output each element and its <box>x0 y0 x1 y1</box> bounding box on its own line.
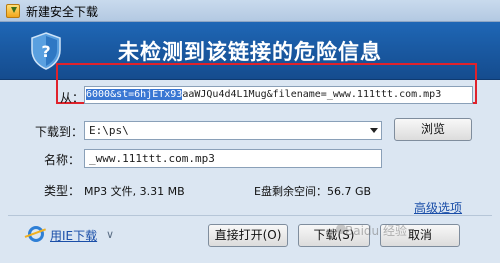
chevron-down-icon[interactable]: ∨ <box>106 228 114 241</box>
name-field[interactable]: _www.111ttt.com.mp3 <box>84 149 382 168</box>
url-field[interactable]: 6000&st=6hjETx93aaWJQu4d4L1Mug&filename=… <box>84 86 473 104</box>
title-bar: 新建安全下载 <box>0 0 500 22</box>
type-value: MP3 文件, 3.31 MB <box>84 185 185 198</box>
divider <box>8 215 492 216</box>
dropdown-arrow-icon[interactable] <box>370 128 378 133</box>
name-label: 名称： <box>44 153 81 167</box>
url-rest-text: aaWJQu4d4L1Mug&filename=_www.111ttt.com.… <box>182 89 442 100</box>
window-title: 新建安全下载 <box>26 5 99 19</box>
browse-button[interactable]: 浏览 <box>394 118 472 141</box>
banner-title: 未检测到该链接的危险信息 <box>118 40 382 64</box>
type-label: 类型： <box>44 184 81 198</box>
download-with-ie-link[interactable]: 用IE下载 <box>50 227 97 244</box>
url-selected-text: 6000&st=6hjETx93 <box>86 89 183 100</box>
advanced-options-link[interactable]: 高级选项 <box>414 199 462 216</box>
save-dir-value: E:\ps\ <box>89 124 129 137</box>
open-directly-button[interactable]: 直接打开(O) <box>208 224 288 247</box>
save-dir-combo[interactable]: E:\ps\ <box>84 121 382 140</box>
url-label: 从： <box>60 91 85 105</box>
save-to-label: 下载到： <box>35 125 84 139</box>
app-icon <box>6 4 20 18</box>
ie-icon <box>28 226 44 242</box>
watermark: Baidu 经验 <box>345 224 407 238</box>
disk-space-text: E盘剩余空间：56.7 GB <box>254 185 372 198</box>
